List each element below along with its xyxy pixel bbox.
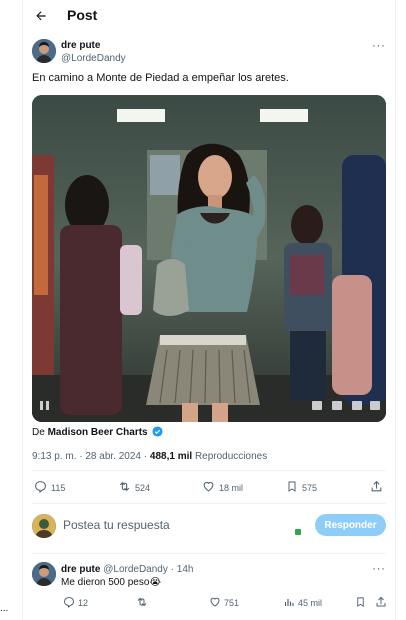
reply-repost-action[interactable]	[136, 596, 151, 610]
reply-submit-button[interactable]: Responder	[315, 514, 386, 536]
page-title: Post	[67, 7, 98, 23]
divider	[32, 503, 386, 504]
share-action[interactable]	[370, 480, 383, 495]
share-icon	[375, 596, 387, 610]
like-action[interactable]: 18 mil	[202, 480, 243, 495]
divider	[32, 553, 386, 554]
verified-badge-icon	[152, 426, 163, 440]
heart-icon	[202, 480, 215, 495]
repost-count: 524	[135, 482, 151, 493]
status-dot	[295, 529, 301, 535]
reply-reply-count: 12	[78, 598, 89, 608]
more-options-icon[interactable]: ···	[372, 38, 386, 52]
heart-icon	[209, 596, 221, 610]
reply-author-avatar[interactable]	[32, 562, 56, 586]
post-media-video[interactable]	[32, 95, 386, 422]
post-time[interactable]: 9:13 p. m.	[32, 451, 76, 462]
reply-icon	[34, 480, 47, 495]
top-bar: Post	[23, 0, 397, 32]
reply-author-info: dre pute @LordeDandy · 14h	[61, 563, 193, 576]
repost-action[interactable]: 524	[118, 480, 150, 495]
repost-icon	[136, 596, 148, 610]
reply-time[interactable]: · 14h	[171, 564, 194, 575]
reply-share-action[interactable]	[375, 596, 387, 610]
post-date[interactable]: 28 abr. 2024	[85, 451, 141, 462]
author-avatar[interactable]	[32, 39, 56, 63]
reply-author-handle[interactable]: @LordeDandy	[103, 564, 168, 575]
bookmark-icon	[286, 480, 298, 495]
meta-separator-2: ·	[143, 451, 148, 462]
like-count: 18 mil	[219, 482, 244, 493]
source-account-link[interactable]: Madison Beer Charts	[48, 427, 148, 438]
reply-text: Me dieron 500 peso😭	[61, 577, 162, 588]
author-info: dre pute @LordeDandy	[61, 39, 126, 65]
back-arrow-icon[interactable]	[31, 6, 51, 26]
reply-views-count: 45 mil	[298, 598, 323, 608]
views-count: 488,1 mil	[149, 451, 193, 462]
post-actions: 115 524 18 mil 575	[32, 480, 386, 496]
overflow-dots: ...	[0, 603, 9, 614]
media-source: De Madison Beer Charts	[32, 426, 163, 440]
reply-more-options-icon[interactable]: ···	[372, 561, 386, 575]
reply-views-action[interactable]: 45 mil	[283, 596, 322, 610]
source-prefix: De	[32, 427, 45, 438]
video-frame-image	[32, 95, 386, 422]
my-avatar[interactable]	[32, 514, 56, 538]
bar-chart-icon	[283, 596, 295, 610]
reply-author-name[interactable]: dre pute	[61, 564, 100, 575]
bookmark-count: 575	[302, 482, 318, 493]
reply-bookmark-action[interactable]	[355, 596, 366, 610]
author-handle[interactable]: @LordeDandy	[61, 52, 126, 65]
post-column: Post dre pute @LordeDandy ··· En camino …	[22, 0, 396, 620]
divider	[32, 470, 386, 471]
reply-like-action[interactable]: 751	[209, 596, 239, 610]
post-text: En camino a Monte de Piedad a empeñar lo…	[32, 72, 289, 84]
post-metadata: 9:13 p. m. · 28 abr. 2024 · 488,1 mil Re…	[32, 451, 267, 462]
author-name[interactable]: dre pute	[61, 39, 126, 52]
bookmark-icon	[355, 596, 366, 610]
bookmark-action[interactable]: 575	[286, 480, 317, 495]
reply-input[interactable]: Postea tu respuesta	[63, 518, 170, 532]
reply-like-count: 751	[224, 598, 240, 608]
reply-composer: Postea tu respuesta Responder	[23, 507, 397, 547]
reply-action[interactable]: 115	[34, 480, 65, 495]
repost-icon	[118, 480, 131, 495]
reply-actions: 12 751 45 mil	[61, 596, 386, 610]
reply-count: 115	[51, 482, 66, 493]
reply-icon	[63, 596, 75, 610]
views-label: Reproducciones	[194, 451, 268, 462]
meta-separator: ·	[79, 451, 83, 462]
share-icon	[370, 480, 383, 495]
reply-reply-action[interactable]: 12	[63, 596, 88, 610]
